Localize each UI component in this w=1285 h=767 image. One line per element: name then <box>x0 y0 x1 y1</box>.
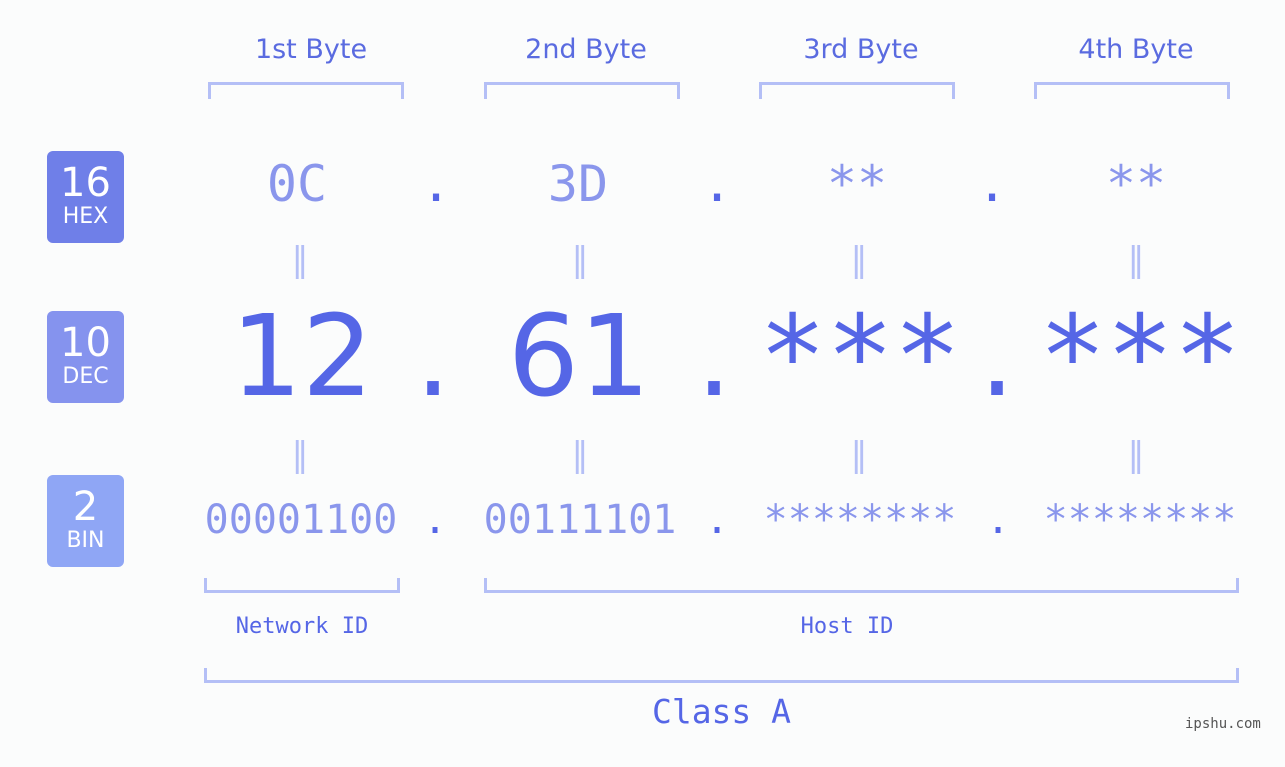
hex-dot-3: . <box>976 155 1008 213</box>
dec-dot-1: . <box>415 292 451 422</box>
bin-label: BIN <box>66 528 105 553</box>
equals-dec-bin-4: ‖ <box>1127 435 1145 475</box>
bin-dot-2: . <box>704 497 730 543</box>
equals-hex-dec-4: ‖ <box>1127 240 1145 280</box>
header-byte-1: 1st Byte <box>254 34 368 65</box>
equals-dec-bin-1: ‖ <box>291 435 309 475</box>
equals-hex-dec-3: ‖ <box>850 240 868 280</box>
class-bracket <box>204 668 1239 683</box>
equals-dec-bin-2: ‖ <box>571 435 589 475</box>
dec-dot-3: . <box>979 292 1015 422</box>
network-id-bracket <box>204 578 400 593</box>
bin-base: 2 <box>72 484 99 530</box>
watermark: ipshu.com <box>1185 716 1261 732</box>
header-byte-2: 2nd Byte <box>525 34 647 65</box>
dec-label: DEC <box>62 364 109 389</box>
header-byte-3: 3rd Byte <box>803 34 919 65</box>
header-byte-4: 4th Byte <box>1078 34 1194 65</box>
dec-dot-2: . <box>696 292 732 422</box>
hex-label: HEX <box>62 204 109 229</box>
class-label: Class A <box>651 692 792 731</box>
dec-badge: 10 DEC <box>47 311 124 403</box>
hex-dot-1: . <box>420 155 452 213</box>
bin-dot-3: . <box>985 497 1011 543</box>
network-id-label: Network ID <box>235 614 369 639</box>
byte-2-bracket <box>484 82 680 99</box>
bin-badge: 2 BIN <box>47 475 124 567</box>
host-id-label: Host ID <box>800 614 894 639</box>
equals-hex-dec-1: ‖ <box>291 240 309 280</box>
hex-badge: 16 HEX <box>47 151 124 243</box>
dec-base: 10 <box>60 320 111 366</box>
hex-base: 16 <box>60 160 111 206</box>
bin-dot-1: . <box>422 497 448 543</box>
byte-3-bracket <box>759 82 955 99</box>
byte-4-bracket <box>1034 82 1230 99</box>
byte-1-bracket <box>208 82 404 99</box>
equals-hex-dec-2: ‖ <box>571 240 589 280</box>
host-id-bracket <box>484 578 1239 593</box>
hex-dot-2: . <box>701 155 733 213</box>
equals-dec-bin-3: ‖ <box>850 435 868 475</box>
